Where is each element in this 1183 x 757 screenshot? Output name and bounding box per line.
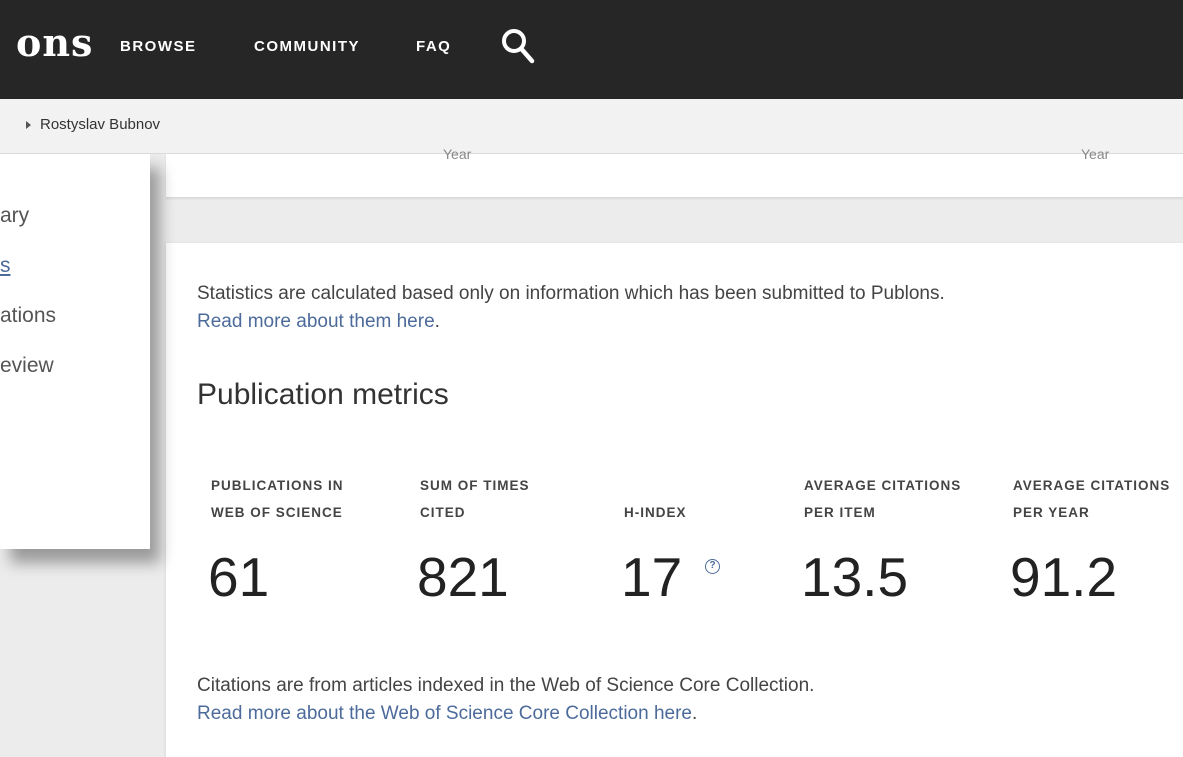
metric-label-line1: AVERAGE CITATIONS <box>804 478 962 493</box>
previous-chart-card: Year Year <box>166 146 1183 198</box>
breadcrumb: Rostyslav Bubnov <box>0 99 1183 154</box>
metric-label: SUM OF TIMES CITED <box>420 472 530 526</box>
metric-value: 17 <box>621 546 683 608</box>
metric-label: PUBLICATIONS IN WEB OF SCIENCE <box>211 472 344 526</box>
statistics-intro: Statistics are calculated based only on … <box>197 280 945 336</box>
metric-label: H-INDEX <box>624 499 687 526</box>
question-circle-icon[interactable]: ? <box>705 559 720 574</box>
sidebar-item-metrics[interactable]: s <box>0 254 11 278</box>
metric-label-line2: PER ITEM <box>804 505 876 520</box>
read-more-statistics-link[interactable]: Read more about them here <box>197 311 435 332</box>
sidebar-item-peer-review[interactable]: eview <box>0 354 54 378</box>
metric-label-line1: PUBLICATIONS IN <box>211 478 344 493</box>
statistics-intro-text: Statistics are calculated based only on … <box>197 283 945 304</box>
footnote-link-suffix: . <box>691 703 698 724</box>
metric-label: AVERAGE CITATIONS PER YEAR <box>1013 472 1170 526</box>
nav-community-link[interactable]: COMMUNITY <box>254 38 360 55</box>
metric-label-line2: H-INDEX <box>624 505 687 520</box>
breadcrumb-current-researcher[interactable]: Rostyslav Bubnov <box>40 116 160 133</box>
metric-label-line1: AVERAGE CITATIONS <box>1013 478 1171 493</box>
citations-footnote: Citations are from articles indexed in t… <box>197 672 814 728</box>
profile-sidebar: ary s ations eview <box>0 154 150 549</box>
section-title-publication-metrics: Publication metrics <box>197 378 449 411</box>
chart-axis-label-cut: Year <box>1081 146 1110 162</box>
chart-axis-label-cut: Year <box>443 146 472 162</box>
metric-value: 13.5 <box>801 546 909 608</box>
publons-logo[interactable]: ons <box>16 20 93 65</box>
breadcrumb-separator-icon <box>26 121 31 129</box>
metric-value: 61 <box>208 546 270 608</box>
intro-link-suffix: . <box>434 311 440 332</box>
nav-browse-link[interactable]: BROWSE <box>120 38 197 55</box>
sidebar-item-publications[interactable]: ations <box>0 304 56 328</box>
sidebar-item-summary[interactable]: ary <box>0 204 29 228</box>
metric-label-line2: CITED <box>420 505 466 520</box>
nav-faq-link[interactable]: FAQ <box>416 38 451 55</box>
statistics-card: Statistics are calculated based only on … <box>166 243 1183 757</box>
metric-value: 821 <box>417 546 509 608</box>
search-icon[interactable] <box>501 28 535 64</box>
read-more-wos-core-collection-link[interactable]: Read more about the Web of Science Core … <box>197 703 692 724</box>
metric-label-line2: WEB OF SCIENCE <box>211 505 343 520</box>
metric-label: AVERAGE CITATIONS PER ITEM <box>804 472 961 526</box>
metric-label-line1: SUM OF TIMES <box>420 478 530 493</box>
top-navigation-bar: ons BROWSE COMMUNITY FAQ <box>0 0 1183 99</box>
metric-label-line2: PER YEAR <box>1013 505 1090 520</box>
citations-footnote-text: Citations are from articles indexed in t… <box>197 675 815 696</box>
metric-value: 91.2 <box>1010 546 1118 608</box>
